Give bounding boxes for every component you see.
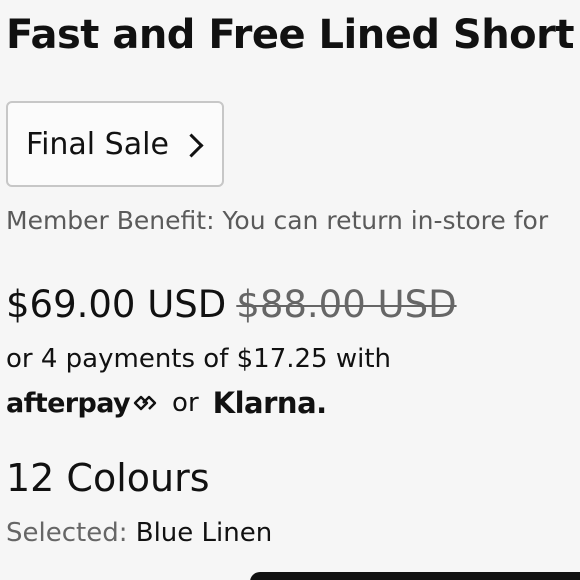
member-benefit-text: Member Benefit: You can return in-store … (6, 206, 549, 235)
final-sale-button[interactable]: Final Sale (6, 101, 224, 187)
product-detail-page: Fast and Free Lined Short 6 Final Sale M… (0, 0, 580, 580)
or-separator: or (172, 388, 199, 418)
klarna-link[interactable]: Klarna. (213, 386, 328, 420)
current-price: $69.00 USD (6, 283, 227, 326)
chevron-right-icon (179, 132, 204, 158)
installment-text: or 4 payments of $17.25 with (6, 344, 392, 374)
selected-prefix: Selected: (6, 518, 128, 548)
colour-swatch-or-cta-edge[interactable] (250, 572, 580, 580)
selected-colour-value: Blue Linen (135, 518, 273, 548)
colour-count: 12 Colours (6, 456, 210, 500)
afterpay-link[interactable]: afterpay (6, 388, 131, 419)
price-row: $69.00 USD $88.00 USD (6, 283, 457, 326)
payment-providers: afterpay or Klarna. (6, 386, 327, 420)
afterpay-arrows-icon[interactable] (132, 394, 158, 412)
selected-colour: Selected: Blue Linen (6, 518, 272, 548)
original-price: $88.00 USD (236, 283, 457, 326)
product-title: Fast and Free Lined Short 6 (6, 12, 580, 58)
final-sale-label: Final Sale (26, 126, 169, 162)
